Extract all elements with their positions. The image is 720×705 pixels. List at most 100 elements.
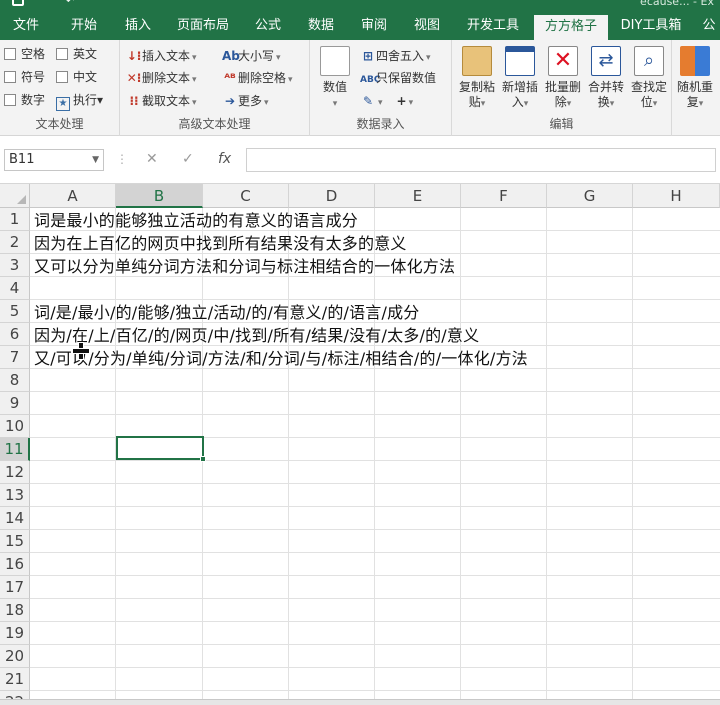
copy-paste-button[interactable]: 复制粘 贴▾ bbox=[456, 46, 498, 112]
tab-3[interactable]: 页面布局 bbox=[170, 12, 236, 40]
batch-delete-button[interactable]: ✕ 批量删 除▾ bbox=[542, 46, 584, 112]
insert-text-icon: ↓⁝ bbox=[126, 49, 142, 63]
row-header-9[interactable]: 9 bbox=[0, 392, 30, 415]
row-header-17[interactable]: 17 bbox=[0, 576, 30, 599]
row-header-14[interactable]: 14 bbox=[0, 507, 30, 530]
cell-A2[interactable]: 因为在上百亿的网页中找到所有结果没有太多的意义 bbox=[34, 232, 407, 255]
function-icon[interactable]: fx bbox=[218, 151, 231, 167]
column-header-C[interactable]: C bbox=[203, 184, 289, 208]
tab-8[interactable]: 开发工具 bbox=[456, 12, 530, 40]
more-button[interactable]: ➔ 更多 ▾ bbox=[222, 91, 269, 111]
row-header-20[interactable]: 20 bbox=[0, 645, 30, 668]
row-header-13[interactable]: 13 bbox=[0, 484, 30, 507]
select-all-corner[interactable] bbox=[0, 184, 30, 208]
tab-11[interactable]: 公 bbox=[694, 12, 720, 40]
undo-icon[interactable]: ↶ bbox=[66, 0, 74, 7]
formula-input[interactable] bbox=[246, 148, 716, 172]
row-header-2[interactable]: 2 bbox=[0, 231, 30, 254]
round-button[interactable]: ⊞ 四舍五入 ▾ bbox=[360, 46, 431, 66]
selected-cell[interactable] bbox=[116, 436, 206, 462]
extract-text-button[interactable]: ⁝⁝ 截取文本 ▾ bbox=[126, 91, 196, 111]
group-label-text: 文本处理 bbox=[35, 117, 84, 131]
row-header-8[interactable]: 8 bbox=[0, 369, 30, 392]
column-header-G[interactable]: G bbox=[547, 184, 633, 208]
separator-icon: ⋮ bbox=[116, 152, 128, 166]
delete-text-icon: ✕⁝ bbox=[126, 71, 142, 85]
column-header-H[interactable]: H bbox=[633, 184, 720, 208]
group-label-entry: 数据录入 bbox=[356, 117, 405, 131]
random-repeat-button[interactable]: 随机重 复▾ bbox=[674, 46, 716, 112]
cancel-icon[interactable]: ✕ bbox=[146, 151, 158, 167]
tab-1[interactable]: 开始 bbox=[58, 12, 110, 40]
row-header-3[interactable]: 3 bbox=[0, 254, 30, 277]
name-box[interactable]: B11 ▼ bbox=[4, 149, 104, 171]
value-button[interactable]: 数值 ▾ bbox=[314, 46, 356, 112]
row-header-4[interactable]: 4 bbox=[0, 277, 30, 300]
row-header-18[interactable]: 18 bbox=[0, 599, 30, 622]
tab-4[interactable]: 公式 bbox=[244, 12, 292, 40]
row-header-5[interactable]: 5 bbox=[0, 300, 30, 323]
confirm-icon[interactable]: ✓ bbox=[182, 151, 194, 167]
fill-handle[interactable] bbox=[200, 456, 206, 462]
cell-A6[interactable]: 因为/在/上/百亿/的/网页/中/找到/所有/结果/没有/太多/的/意义 bbox=[34, 324, 479, 347]
tab-0[interactable]: 文件 bbox=[0, 12, 52, 40]
spreadsheet-grid[interactable]: ABCDEFGH 1 2 3 4 5 6 7 8 9 10 11 12 13 14 15 16 17 18 19 20… bbox=[0, 184, 720, 705]
row-header-10[interactable]: 10 bbox=[0, 415, 30, 438]
english-checkbox[interactable]: 英文 bbox=[56, 44, 97, 64]
tab-9[interactable]: 方方格子 bbox=[534, 15, 608, 40]
row-header-15[interactable]: 15 bbox=[0, 530, 30, 553]
tab-6[interactable]: 审阅 bbox=[350, 12, 398, 40]
row-header-12[interactable]: 12 bbox=[0, 461, 30, 484]
chinese-checkbox[interactable]: 中文 bbox=[56, 67, 97, 87]
tab-10[interactable]: DIY工具箱 bbox=[614, 12, 688, 40]
tab-7[interactable]: 视图 bbox=[402, 12, 452, 40]
column-header-A[interactable]: A bbox=[30, 184, 116, 208]
cursor-icon bbox=[72, 342, 90, 360]
sheet-tab-bar[interactable] bbox=[0, 699, 720, 705]
merge-convert-button[interactable]: ⇄ 合并转 换▾ bbox=[585, 46, 627, 112]
column-header-D[interactable]: D bbox=[289, 184, 375, 208]
random-icon bbox=[680, 46, 710, 76]
row-header-6[interactable]: 6 bbox=[0, 323, 30, 346]
case-button[interactable]: Ab大小写 ▾ bbox=[222, 46, 281, 66]
formula-bar: B11 ▼ ⋮ ✕ ✓ fx bbox=[0, 136, 720, 184]
insert-rows-icon bbox=[505, 46, 535, 76]
delete-text-button[interactable]: ✕⁝删除文本 ▾ bbox=[126, 68, 197, 88]
ribbon: 空格 英文 符号 中文 数字 ★ 执行▾ 文本处理 ↓⁝插入文本 ▾ ✕⁝删除文本 ▾… bbox=[0, 40, 720, 136]
tab-2[interactable]: 插入 bbox=[112, 12, 164, 40]
execute-button[interactable]: ★ 执行▾ bbox=[56, 90, 103, 111]
tab-5[interactable]: 数据 bbox=[296, 12, 346, 40]
find-locate-button[interactable]: ⌕ 查找定 位▾ bbox=[628, 46, 670, 112]
save-icon[interactable] bbox=[12, 0, 24, 6]
arrow-right-icon: ➔ bbox=[224, 94, 236, 108]
group-label-edit: 编辑 bbox=[549, 117, 574, 131]
symbol-checkbox[interactable]: 符号 bbox=[4, 67, 45, 87]
row-header-1[interactable]: 1 bbox=[0, 208, 30, 231]
column-header-F[interactable]: F bbox=[461, 184, 547, 208]
cell-A7[interactable]: 又/可以/分为/单纯/分词/方法/和/分词/与/标注/相结合/的/一体化/方法 bbox=[34, 347, 528, 370]
row-header-16[interactable]: 16 bbox=[0, 553, 30, 576]
cell-A5[interactable]: 词/是/最小/的/能够/独立/活动/的/有意义/的/语言/成分 bbox=[34, 301, 420, 324]
group-text-processing: 空格 英文 符号 中文 数字 ★ 执行▾ 文本处理 bbox=[0, 40, 120, 136]
magnifier-icon: ⌕ bbox=[634, 46, 664, 76]
new-insert-button[interactable]: 新增插 入▾ bbox=[499, 46, 541, 112]
edit-entry-button[interactable]: ✎ ▾ + ▾ bbox=[360, 91, 413, 111]
row-header-11[interactable]: 11 bbox=[0, 438, 30, 461]
insert-text-button[interactable]: ↓⁝插入文本 ▾ bbox=[126, 46, 197, 66]
title-bar: ↶ ecause... - Ex bbox=[0, 0, 720, 12]
group-random: 随机重 复▾ bbox=[672, 40, 720, 136]
case-icon: Ab bbox=[222, 49, 240, 63]
space-checkbox[interactable]: 空格 bbox=[4, 44, 45, 64]
number-checkbox[interactable]: 数字 bbox=[4, 90, 45, 110]
delete-space-button[interactable]: ᴬᴮ 删除空格 ▾ bbox=[222, 68, 292, 88]
row-header-21[interactable]: 21 bbox=[0, 668, 30, 691]
column-header-E[interactable]: E bbox=[375, 184, 461, 208]
group-data-entry: 数值 ▾ ⊞ 四舍五入 ▾ ABC只保留数值 ✎ ▾ + ▾ 数据录入 bbox=[310, 40, 452, 136]
cell-A3[interactable]: 又可以分为单纯分词方法和分词与标注相结合的一体化方法 bbox=[34, 255, 455, 278]
cell-A1[interactable]: 词是最小的能够独立活动的有意义的语言成分 bbox=[34, 209, 358, 232]
column-header-B[interactable]: B bbox=[116, 184, 203, 208]
row-header-19[interactable]: 19 bbox=[0, 622, 30, 645]
plus-icon: + bbox=[396, 94, 407, 108]
keep-value-button[interactable]: ABC只保留数值 bbox=[360, 68, 436, 88]
row-header-7[interactable]: 7 bbox=[0, 346, 30, 369]
